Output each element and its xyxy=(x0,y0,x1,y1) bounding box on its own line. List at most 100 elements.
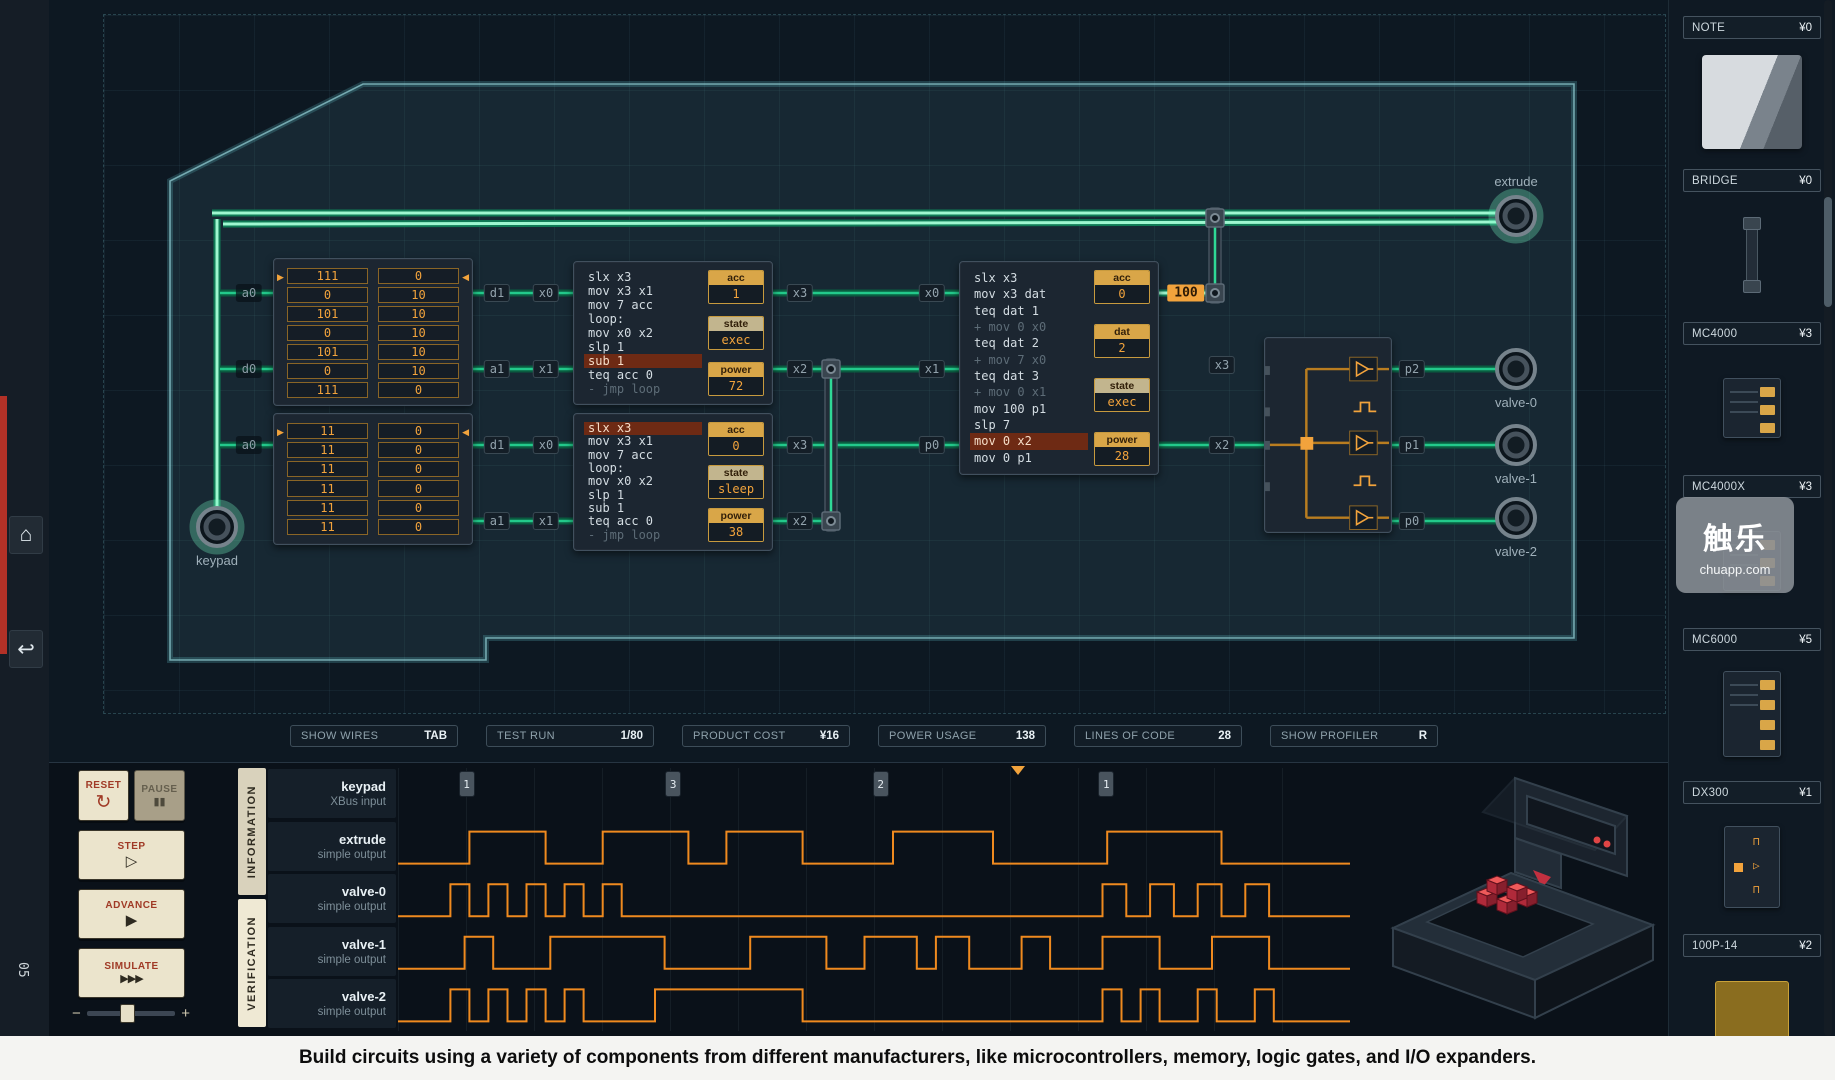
io-pad-label-valve-1: valve-1 xyxy=(1495,471,1537,486)
rom-cell[interactable]: 10 xyxy=(378,306,459,322)
microcontroller-mc4000-b[interactable]: slx x3 mov x3 x1 mov 7 acc loop: mov x0 x2 sl… xyxy=(573,413,773,551)
part-name: MC6000 xyxy=(1692,633,1738,646)
rom-cell[interactable]: 101 xyxy=(287,306,368,322)
signal-label-valve-2: valve-2 simple output xyxy=(268,979,396,1029)
part-bridge[interactable]: BRIDGE ¥0 xyxy=(1669,169,1835,322)
rom-cell[interactable]: 0 xyxy=(378,461,459,478)
rom-cell[interactable]: 111 xyxy=(287,382,368,398)
pin-label-x2: x2 xyxy=(786,512,814,530)
code-line: slx x3 xyxy=(974,271,1018,285)
rom-cell[interactable]: 10 xyxy=(378,363,459,379)
pin-label-a0: a0 xyxy=(235,436,263,454)
rom-chip-rom-1[interactable]: 111 0 0 10 101 10 0 10 101 10 0 10 111 0 ▶ ◀ xyxy=(273,258,473,406)
status-test-run[interactable]: TEST RUN 1/80 xyxy=(486,725,654,747)
code-editor[interactable]: slx x3 mov x3 x1 mov 7 acc loop: mov x0 x2 sl… xyxy=(584,422,702,542)
simulate-label: SIMULATE xyxy=(104,961,159,972)
register-name: power xyxy=(709,509,763,523)
home-button[interactable]: ⌂ xyxy=(9,516,43,554)
code-line: - jmp loop xyxy=(588,382,661,396)
code-editor[interactable]: slx x3 mov x3 dat teq dat 1 + mov 0 x0 teq d… xyxy=(970,270,1088,466)
rom-cell[interactable]: 0 xyxy=(378,268,459,284)
speed-track[interactable] xyxy=(86,1003,176,1023)
status-label: SHOW WIRES xyxy=(301,730,379,742)
rom-cell[interactable]: 11 xyxy=(287,499,368,516)
undo-button[interactable]: ↩ xyxy=(9,630,43,668)
part-mc6000[interactable]: MC6000 ¥5 xyxy=(1669,628,1835,781)
rom-cell[interactable]: 0 xyxy=(378,499,459,516)
shenzhen-io-window: keypad extrude valve-0 valve-1 valve-2 a0 d0 a0… xyxy=(0,0,1835,1080)
note-thumbnail xyxy=(1702,55,1802,149)
register-name: dat xyxy=(1095,325,1149,339)
speed-minus[interactable]: − xyxy=(72,1006,81,1021)
signal-label-valve-1: valve-1 simple output xyxy=(268,926,396,976)
pin-label-d0: d0 xyxy=(235,360,263,378)
rom-cell[interactable]: 0 xyxy=(378,423,459,440)
rom-cell[interactable]: 11 xyxy=(287,423,368,440)
register-name: state xyxy=(1095,379,1149,393)
code-line: slx x3 xyxy=(584,422,702,436)
rom-cell[interactable]: 10 xyxy=(378,287,459,303)
part-note[interactable]: NOTE ¥0 xyxy=(1669,16,1835,169)
machine-illustration xyxy=(1390,776,1656,1020)
rom-cell[interactable]: 101 xyxy=(287,344,368,360)
rom-cell[interactable]: 0 xyxy=(378,382,459,398)
io-expander-chip[interactable] xyxy=(1264,337,1392,533)
part-price: ¥5 xyxy=(1799,633,1812,646)
register-panel: acc 1 state exec power 72 xyxy=(708,270,764,396)
part-100p-14[interactable]: 100P-14 ¥2 xyxy=(1669,934,1835,1036)
sidebar-scrollbar[interactable] xyxy=(1824,0,1832,1036)
rom-cell[interactable]: 11 xyxy=(287,518,368,535)
step-button[interactable]: STEP ▷ xyxy=(78,830,185,880)
part-mc4000[interactable]: MC4000 ¥3 xyxy=(1669,322,1835,475)
scrollbar-thumb[interactable] xyxy=(1824,197,1832,307)
rom-cell[interactable]: 11 xyxy=(287,480,368,497)
rom-cell[interactable]: 111 xyxy=(287,268,368,284)
speed-handle[interactable] xyxy=(120,1003,136,1023)
status-show-wires[interactable]: SHOW WIRES TAB xyxy=(290,725,458,747)
status-value: 28 xyxy=(1218,730,1231,742)
status-power-usage[interactable]: POWER USAGE 138 xyxy=(878,725,1046,747)
rom-chip-rom-2[interactable]: 11 0 11 0 11 0 11 0 11 0 11 0 ▶ ◀ xyxy=(273,413,473,545)
part-header: MC6000 ¥5 xyxy=(1683,628,1821,651)
pause-button[interactable]: PAUSE ▮▮ xyxy=(134,770,185,821)
rom-cell[interactable]: 10 xyxy=(378,344,459,360)
rom-cell[interactable]: 0 xyxy=(287,325,368,341)
timeline-marker[interactable] xyxy=(1010,766,1025,775)
register-value: exec xyxy=(1095,393,1149,411)
code-editor[interactable]: slx x3 mov x3 x1 mov 7 acc loop: mov x0 x2 sl… xyxy=(584,270,702,396)
register-dat: dat 2 xyxy=(1094,324,1150,358)
microcontroller-mc4000-a[interactable]: slx x3 mov x3 x1 mov 7 acc loop: mov x0 x2 sl… xyxy=(573,261,773,405)
speed-plus[interactable]: + xyxy=(181,1006,190,1021)
caption-text: Build circuits using a variety of compon… xyxy=(298,1047,1537,1068)
tab-information[interactable]: INFORMATION xyxy=(238,768,266,895)
rom-cell[interactable]: 0 xyxy=(378,518,459,535)
rom-cell[interactable]: 0 xyxy=(287,287,368,303)
rom-cell[interactable]: 10 xyxy=(378,325,459,341)
simulate-button[interactable]: SIMULATE ▶▶▶ xyxy=(78,948,185,998)
rom-cell[interactable]: 11 xyxy=(287,442,368,459)
rom-cell[interactable]: 11 xyxy=(287,461,368,478)
code-line: mov 100 p1 xyxy=(974,401,1047,416)
rom-cell[interactable]: 0 xyxy=(378,442,459,459)
pin-label-a0: a0 xyxy=(235,284,263,302)
microcontroller-mc6000[interactable]: slx x3 mov x3 dat teq dat 1 + mov 0 x0 teq d… xyxy=(959,261,1159,475)
reset-button[interactable]: RESET ↻ xyxy=(78,770,129,821)
tab-verification[interactable]: VERIFICATION xyxy=(238,899,266,1027)
status-product-cost[interactable]: PRODUCT COST ¥16 xyxy=(682,725,850,747)
register-power: power 72 xyxy=(708,362,764,396)
status-lines-of-code[interactable]: LINES OF CODE 28 xyxy=(1074,725,1242,747)
advance-button[interactable]: ADVANCE ▶ xyxy=(78,889,185,939)
rom-cell[interactable]: 0 xyxy=(287,363,368,379)
signal-label-valve-0: valve-0 simple output xyxy=(268,874,396,924)
part-thumbnail xyxy=(1669,957,1835,1036)
status-value: TAB xyxy=(424,730,447,742)
status-show-profiler[interactable]: SHOW PROFILER R xyxy=(1270,725,1438,747)
pin-label-a1: a1 xyxy=(483,360,511,378)
rom-cell[interactable]: 0 xyxy=(378,480,459,497)
rail-badge: 05 xyxy=(15,962,30,978)
register-panel: acc 0 state sleep power 38 xyxy=(708,422,764,542)
part-dx300[interactable]: DX300 ¥1 ⊓ ▷ ⊓ xyxy=(1669,781,1835,934)
part-thumbnail xyxy=(1669,345,1835,471)
pin-label-x3: x3 xyxy=(786,284,814,302)
sim-speed-slider[interactable]: − + xyxy=(72,1002,190,1024)
